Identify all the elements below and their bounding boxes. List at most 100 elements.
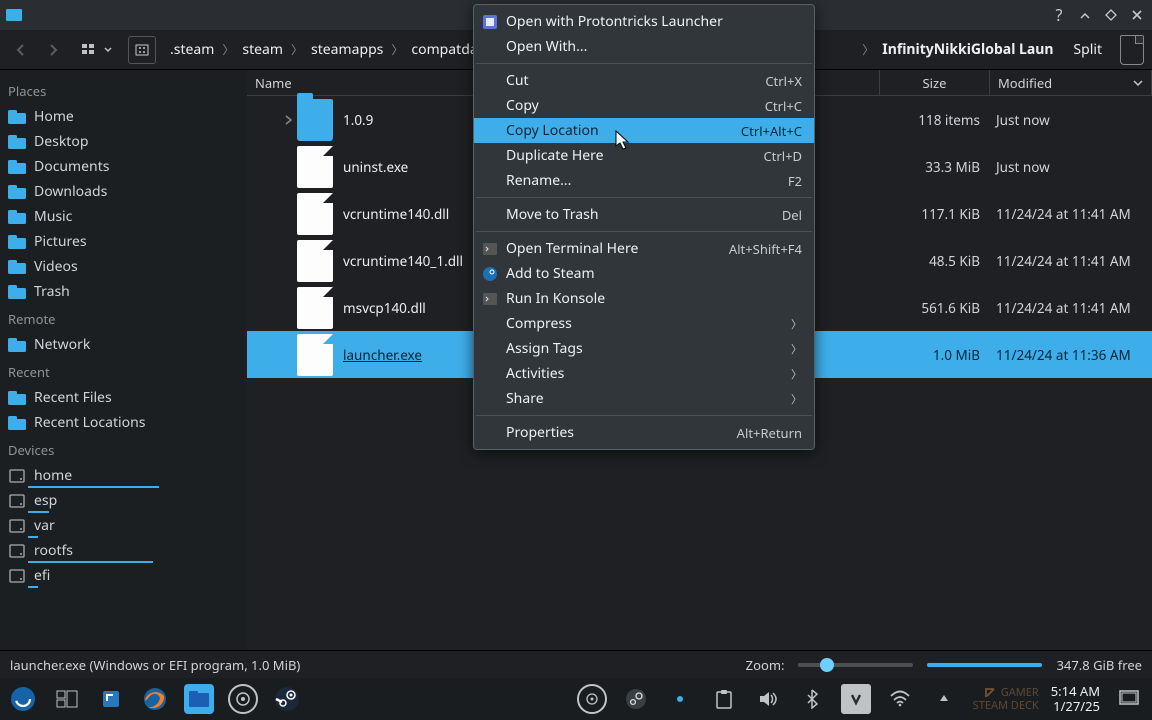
- forward-button[interactable]: [40, 37, 66, 63]
- crumb-steamapps[interactable]: steamapps: [303, 36, 391, 63]
- menu-item-share[interactable]: Share 〉: [474, 386, 814, 411]
- menu-item-properties[interactable]: Properties Alt+Return: [474, 420, 814, 445]
- taskbar-steam-icon[interactable]: [272, 684, 302, 714]
- tray-volume-icon[interactable]: [753, 684, 783, 714]
- tray-obs-icon[interactable]: [577, 684, 607, 714]
- crumb-current[interactable]: InfinityNikkiGlobal Laun: [874, 36, 1061, 63]
- column-modified[interactable]: Modified: [990, 70, 1152, 95]
- blank-icon: [482, 366, 498, 382]
- menu-item-open-terminal-here[interactable]: Open Terminal Here Alt+Shift+F4: [474, 236, 814, 261]
- tray-keyboard-icon[interactable]: [841, 684, 871, 714]
- tray-steam-icon[interactable]: [621, 684, 651, 714]
- sidebar-item-downloads[interactable]: Downloads: [0, 179, 247, 204]
- sidebar-item-efi[interactable]: efi: [0, 563, 247, 588]
- start-button[interactable]: [8, 684, 38, 714]
- file-modified: Just now: [990, 111, 1152, 129]
- sidebar-item-desktop[interactable]: Desktop: [0, 129, 247, 154]
- sidebar-item-label: Home: [34, 107, 74, 126]
- sidebar-item-var[interactable]: var: [0, 513, 247, 538]
- sidebar-item-recent-files[interactable]: Recent Files: [0, 385, 247, 410]
- file-icon: [297, 146, 333, 188]
- menu-item-duplicate-here[interactable]: Duplicate Here Ctrl+D: [474, 143, 814, 168]
- sidebar-item-home[interactable]: Home: [0, 104, 247, 129]
- folder-icon: [8, 415, 26, 431]
- tray-clipboard-icon[interactable]: [709, 684, 739, 714]
- sidebar-item-pictures[interactable]: Pictures: [0, 229, 247, 254]
- sidebar-item-home[interactable]: home: [0, 463, 247, 488]
- maximize-icon[interactable]: [1102, 6, 1120, 24]
- menu-item-label: Move to Trash: [506, 205, 774, 224]
- menu-item-add-to-steam[interactable]: Add to Steam: [474, 261, 814, 286]
- menu-item-open-with-protontricks-launcher[interactable]: Open with Protontricks Launcher: [474, 9, 814, 34]
- menu-item-shortcut: Ctrl+Alt+C: [741, 122, 802, 140]
- sidebar-item-esp[interactable]: esp: [0, 488, 247, 513]
- menu-item-copy-location[interactable]: Copy Location Ctrl+Alt+C: [474, 118, 814, 143]
- menu-item-rename[interactable]: Rename... F2: [474, 168, 814, 193]
- sidebar-item-label: Recent Files: [34, 388, 112, 407]
- taskbar-obs-icon[interactable]: [228, 684, 258, 714]
- sidebar-item-rootfs[interactable]: rootfs: [0, 538, 247, 563]
- menu-item-label: Copy: [506, 96, 757, 115]
- tray-bluetooth-icon[interactable]: [797, 684, 827, 714]
- menu-item-run-in-konsole[interactable]: Run In Konsole: [474, 286, 814, 311]
- menu-item-copy[interactable]: Copy Ctrl+C: [474, 93, 814, 118]
- menu-item-assign-tags[interactable]: Assign Tags 〉: [474, 336, 814, 361]
- menu-item-label: Open With...: [506, 37, 802, 56]
- sidebar-item-label: Music: [34, 207, 72, 226]
- sidebar-item-label: Pictures: [34, 232, 87, 251]
- file-size: 48.5 KiB: [880, 252, 990, 270]
- folder-icon: [8, 159, 26, 175]
- folder-icon: [297, 99, 333, 141]
- tray-dropdown-icon[interactable]: [929, 684, 959, 714]
- taskbar-discover-icon[interactable]: [96, 684, 126, 714]
- blank-icon: [482, 98, 498, 114]
- new-file-button[interactable]: [1120, 35, 1144, 65]
- help-icon[interactable]: ?: [1050, 6, 1068, 24]
- taskbar-overview-icon[interactable]: [52, 684, 82, 714]
- menu-item-shortcut: Alt+Return: [737, 424, 802, 442]
- desktop-icon: [8, 134, 26, 150]
- taskbar-dolphin-icon[interactable]: [184, 684, 214, 714]
- crumb-steam[interactable]: steam: [234, 36, 291, 63]
- sidebar-item-videos[interactable]: Videos: [0, 254, 247, 279]
- file-size: 33.3 MiB: [880, 158, 990, 176]
- file-modified: 11/24/24 at 11:41 AM: [990, 299, 1152, 317]
- sidebar-item-music[interactable]: Music: [0, 204, 247, 229]
- column-size[interactable]: Size: [880, 70, 990, 95]
- taskbar-firefox-icon[interactable]: [140, 684, 170, 714]
- menu-item-move-to-trash[interactable]: Move to Trash Del: [474, 202, 814, 227]
- back-button[interactable]: [8, 37, 34, 63]
- tray-show-desktop-icon[interactable]: [1114, 684, 1144, 714]
- chevron-right-icon: 〉: [791, 366, 802, 382]
- disk-icon: [8, 468, 26, 484]
- menu-item-label: Properties: [506, 423, 729, 442]
- view-mode-button[interactable]: [82, 43, 112, 57]
- tray-wifi-icon[interactable]: [885, 684, 915, 714]
- clock-icon: [8, 390, 26, 406]
- menu-separator: [476, 63, 812, 64]
- sidebar-item-label: Network: [34, 335, 90, 354]
- menu-item-compress[interactable]: Compress 〉: [474, 311, 814, 336]
- minimize-icon[interactable]: [1076, 6, 1094, 24]
- menu-item-cut[interactable]: Cut Ctrl+X: [474, 68, 814, 93]
- menu-item-open-with[interactable]: Open With...: [474, 34, 814, 59]
- file-size: 118 items: [880, 111, 990, 129]
- sidebar-item-label: home: [34, 466, 72, 485]
- split-view-button[interactable]: Split: [1073, 40, 1102, 59]
- sidebar-item-network[interactable]: Network: [0, 332, 247, 357]
- sidebar-item-recent-locations[interactable]: Recent Locations: [0, 410, 247, 435]
- zoom-slider[interactable]: [798, 663, 913, 667]
- close-icon[interactable]: [1128, 6, 1146, 24]
- clock[interactable]: 5:14 AM 1/27/25: [1051, 684, 1100, 714]
- edit-path-button[interactable]: [128, 36, 156, 64]
- menu-item-activities[interactable]: Activities 〉: [474, 361, 814, 386]
- terminal-icon: [482, 241, 498, 257]
- menu-item-label: Run In Konsole: [506, 289, 802, 308]
- sidebar-item-trash[interactable]: Trash: [0, 279, 247, 304]
- crumb-steam-hidden[interactable]: .steam: [162, 36, 222, 63]
- menu-item-label: Add to Steam: [506, 264, 802, 283]
- app-icon: [6, 7, 22, 23]
- sidebar-item-documents[interactable]: Documents: [0, 154, 247, 179]
- tray-notification-icon[interactable]: [665, 684, 695, 714]
- music-icon: [8, 209, 26, 225]
